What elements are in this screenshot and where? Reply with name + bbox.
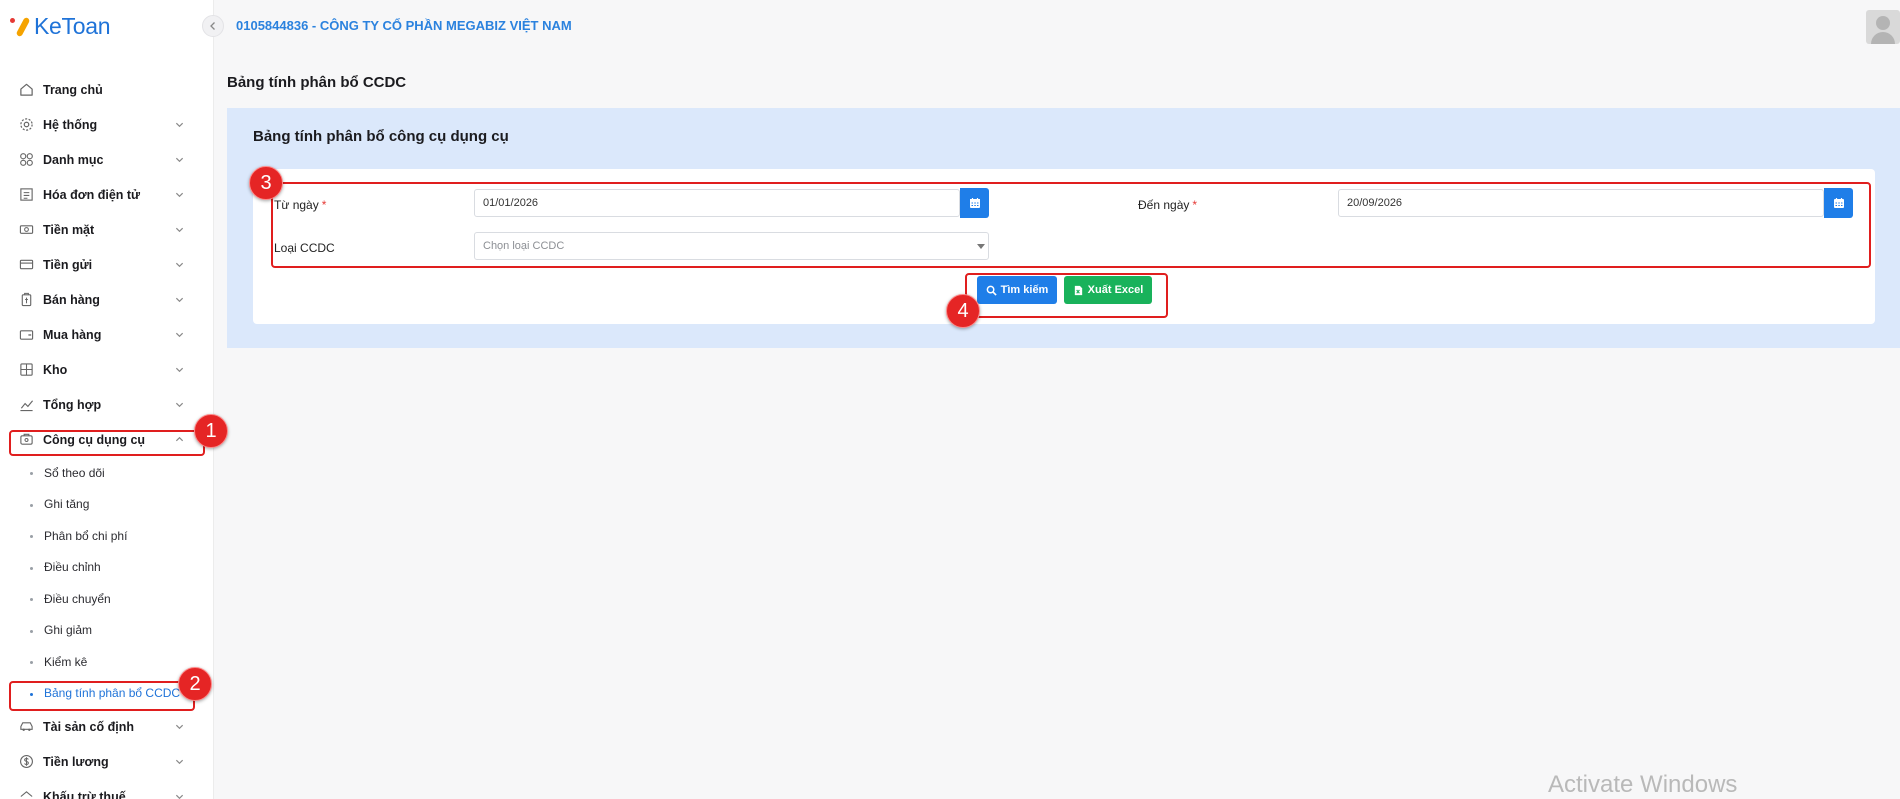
to-date-label: Đến ngày * — [1138, 198, 1198, 212]
sidebar-item-label: Công cụ dụng cụ — [43, 432, 146, 447]
sidebar-item-tien-gui[interactable]: Tiền gửi — [0, 247, 213, 282]
avatar[interactable] — [1866, 10, 1900, 44]
home-icon — [18, 82, 34, 98]
sidebar-item-he-thong[interactable]: Hệ thống — [0, 107, 213, 142]
chevron-down-icon — [175, 724, 184, 730]
sidebar-item-mua-hang[interactable]: Mua hàng — [0, 317, 213, 352]
tools-icon — [18, 432, 34, 448]
chevron-down-icon — [175, 192, 184, 198]
sidebar-item-label: Tiền gửi — [43, 257, 93, 272]
sidebar-item-tien-luong[interactable]: Tiền lương — [0, 744, 213, 779]
filter-card: Từ ngày * 01/01/2026 Đến ngày * 20/09/2026… — [253, 169, 1875, 324]
annotation-badge-2: 2 — [178, 667, 212, 701]
chevron-up-icon — [175, 436, 184, 442]
car-icon — [18, 719, 34, 735]
sidebar-item-label: Bán hàng — [43, 292, 100, 307]
sidebar-item-label: Kho — [43, 362, 68, 377]
top-bar: 0105844836 - CÔNG TY CỔ PHẦN MEGABIZ VIỆ… — [214, 0, 1900, 57]
sidebar-item-label: Hệ thống — [43, 117, 98, 132]
sidebar-item-label: Trang chủ — [43, 82, 103, 97]
annotation-badge-3: 3 — [249, 166, 283, 200]
sidebar-item-label: Tổng hợp — [43, 397, 102, 412]
search-icon — [986, 285, 997, 296]
app-logo[interactable]: KeToan — [10, 12, 111, 40]
to-date-calendar-button[interactable] — [1824, 188, 1853, 218]
bank-icon — [18, 257, 34, 273]
chevron-down-icon — [175, 227, 184, 233]
sidebar-subitem-so-theo-doi[interactable]: Sổ theo dõi — [0, 457, 213, 489]
sidebar-item-danh-muc[interactable]: Danh mục — [0, 142, 213, 177]
activate-windows-watermark: Activate Windows — [1548, 771, 1738, 798]
chevron-down-icon — [175, 157, 184, 163]
cash-icon — [18, 222, 34, 238]
chevron-down-icon — [175, 794, 184, 799]
chart-icon — [18, 397, 34, 413]
gear-icon — [18, 117, 34, 133]
chevron-down-icon — [175, 759, 184, 765]
logo-text: KeToan — [34, 12, 111, 39]
cart-icon — [18, 327, 34, 343]
sidebar-subitem-dieu-chinh[interactable]: Điều chỉnh — [0, 552, 213, 584]
ccdc-type-select[interactable]: Chọn loại CCDC — [474, 232, 989, 260]
invoice-icon — [18, 187, 34, 203]
annotation-badge-4: 4 — [946, 294, 980, 328]
sidebar-item-trang-chu[interactable]: Trang chủ — [0, 72, 213, 107]
export-button-label: Xuất Excel — [1087, 284, 1144, 296]
sidebar-item-tai-san-co-dinh[interactable]: Tài sản cố định — [0, 709, 213, 744]
chevron-down-icon — [175, 367, 184, 373]
calendar-icon — [1833, 198, 1844, 208]
sidebar-item-label: Tài sản cố định — [43, 719, 134, 734]
chevron-down-icon — [175, 262, 184, 268]
sidebar-item-ban-hang[interactable]: Bán hàng — [0, 282, 213, 317]
search-button[interactable]: Tìm kiếm — [977, 276, 1057, 304]
dropdown-caret-icon — [977, 244, 985, 249]
from-date-label: Từ ngày * — [274, 198, 327, 212]
sidebar-collapse-button[interactable] — [202, 15, 224, 37]
sidebar-item-label: Mua hàng — [43, 327, 102, 342]
to-date-input[interactable]: 20/09/2026 — [1338, 189, 1824, 217]
logo-mark-icon — [10, 15, 34, 38]
page-title: Bảng tính phân bổ CCDC — [227, 74, 407, 91]
sidebar-item-tong-hop[interactable]: Tổng hợp — [0, 387, 213, 422]
sidebar-item-tien-mat[interactable]: Tiền mặt — [0, 212, 213, 247]
sidebar-item-khau-tru-thue[interactable]: Khấu trừ thuế — [0, 779, 213, 799]
file-excel-icon — [1074, 285, 1082, 295]
required-mark: * — [1192, 198, 1198, 212]
company-name[interactable]: 0105844836 - CÔNG TY CỔ PHẦN MEGABIZ VIỆ… — [236, 18, 572, 33]
export-excel-button[interactable]: Xuất Excel — [1064, 276, 1152, 304]
sidebar-item-label: Khấu trừ thuế — [43, 789, 126, 799]
sidebar-item-hoa-don[interactable]: Hóa đơn điện tử — [0, 177, 213, 212]
calendar-icon — [969, 198, 980, 208]
sidebar-item-kho[interactable]: Kho — [0, 352, 213, 387]
chevron-down-icon — [175, 297, 184, 303]
panel-title: Bảng tính phân bổ công cụ dụng cụ — [253, 128, 509, 145]
from-date-input[interactable]: 01/01/2026 — [474, 189, 960, 217]
annotation-badge-1: 1 — [194, 414, 228, 448]
tax-icon — [18, 789, 34, 799]
required-mark: * — [321, 198, 327, 212]
sidebar-item-label: Hóa đơn điện tử — [43, 187, 141, 202]
sidebar-subitem-dieu-chuyen[interactable]: Điều chuyển — [0, 583, 213, 615]
sidebar-subitem-ghi-giam[interactable]: Ghi giảm — [0, 615, 213, 647]
chevron-down-icon — [175, 122, 184, 128]
filter-panel: Bảng tính phân bổ công cụ dụng cụ Từ ngà… — [227, 108, 1900, 348]
sidebar-item-label: Danh mục — [43, 152, 104, 167]
sidebar-item-label: Tiền lương — [43, 754, 109, 769]
from-date-calendar-button[interactable] — [960, 188, 989, 218]
sidebar-subitem-phan-bo-chi-phi[interactable]: Phân bổ chi phí — [0, 520, 213, 552]
sidebar-subitem-ghi-tang[interactable]: Ghi tăng — [0, 489, 213, 521]
sidebar-item-label: Tiền mặt — [43, 222, 95, 237]
chevron-down-icon — [175, 402, 184, 408]
sales-icon — [18, 292, 34, 308]
chevron-down-icon — [175, 332, 184, 338]
search-button-label: Tìm kiếm — [1000, 284, 1049, 296]
warehouse-icon — [18, 362, 34, 378]
sidebar-item-cong-cu-dung-cu[interactable]: Công cụ dụng cụ — [0, 422, 213, 457]
ccdc-type-label: Loại CCDC — [274, 241, 335, 255]
chevron-left-icon — [210, 22, 215, 30]
dollar-icon — [18, 754, 34, 770]
grid-icon — [18, 152, 34, 168]
